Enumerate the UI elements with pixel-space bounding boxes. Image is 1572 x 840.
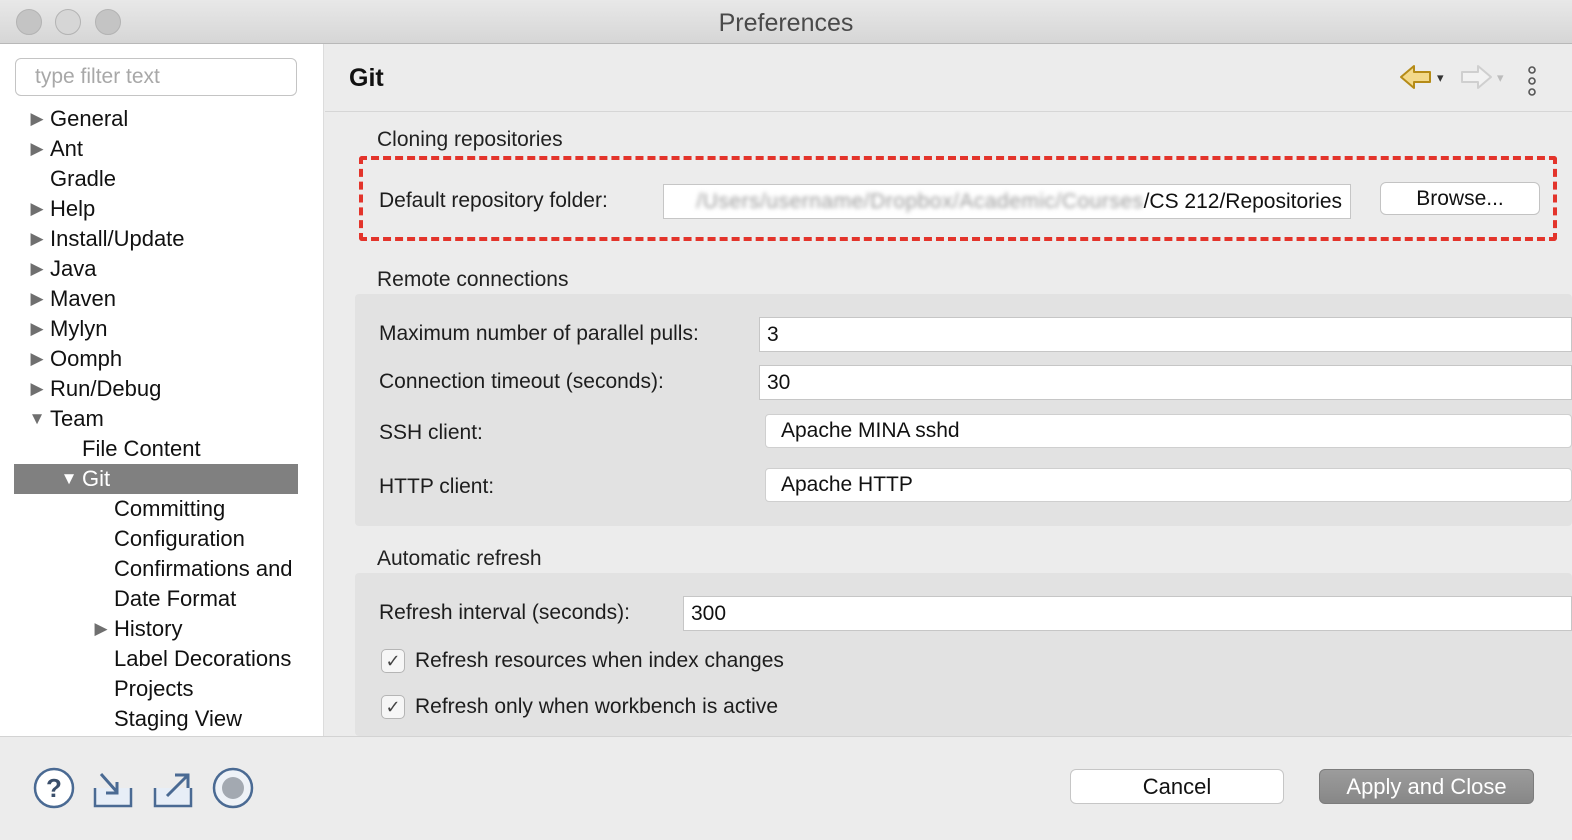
tree-item-label: Confirmations and <box>114 556 293 581</box>
parallel-pulls-field[interactable]: 3 <box>759 317 1572 352</box>
tree-item[interactable]: Committing <box>14 494 298 524</box>
tree-item-label: Java <box>50 256 97 281</box>
tree-item-label: Run/Debug <box>50 376 162 401</box>
collapsed-arrow-icon[interactable]: ▶ <box>28 344 46 374</box>
connection-timeout-field[interactable]: 30 <box>759 365 1572 400</box>
tree-item[interactable]: ▼ Team <box>14 404 298 434</box>
tree-item-label: General <box>50 106 129 131</box>
tree-item[interactable]: Gradle <box>14 164 298 194</box>
tree-item[interactable]: ▼ Git <box>14 464 298 494</box>
tree-item-label: Date Format <box>114 586 237 611</box>
tree-item-label: History <box>114 616 183 641</box>
parallel-pulls-label: Maximum number of parallel pulls: <box>379 322 699 345</box>
help-icon[interactable]: ? <box>32 766 76 810</box>
cloning-section-title: Cloning repositories <box>377 128 563 151</box>
expanded-arrow-icon[interactable]: ▼ <box>28 404 46 434</box>
window-title: Preferences <box>718 9 854 37</box>
view-menu-icon[interactable] <box>1525 66 1539 96</box>
page-title: Git <box>349 64 384 92</box>
filter-input[interactable] <box>15 58 297 96</box>
tree-item-label: Label Decorations <box>114 646 292 671</box>
tree-item[interactable]: Label Decorations <box>14 644 298 674</box>
preferences-sidebar: ▶General▶AntGradle▶Help▶Install/Update▶J… <box>0 44 324 736</box>
tree-item-label: Staging View <box>114 706 243 731</box>
tree-item[interactable]: File Content <box>14 434 298 464</box>
tree-item[interactable]: Staging View <box>14 704 298 734</box>
tree-item[interactable]: ▶ Java <box>14 254 298 284</box>
tree-item-label: Help <box>50 196 96 221</box>
tree-item[interactable]: Configuration <box>14 524 298 554</box>
workbench-active-label: Refresh only when workbench is active <box>415 695 779 718</box>
ssh-client-select[interactable]: Apache MINA sshd <box>765 414 1572 448</box>
collapsed-arrow-icon[interactable]: ▶ <box>28 254 46 284</box>
annotation-highlight-box <box>359 156 1557 241</box>
expanded-arrow-icon[interactable]: ▼ <box>60 464 78 494</box>
preference-page: Git ▾ ▾ Cloning repositories Default rep… <box>325 44 1572 736</box>
remote-section-title: Remote connections <box>377 268 569 291</box>
preferences-tree: ▶ General ▶ Ant Gradle ▶ Help ▶ Install/Update ▶ J… <box>14 104 298 734</box>
tree-item[interactable]: ▶ History <box>14 614 298 644</box>
tree-item[interactable]: ▶ Mylyn <box>14 314 298 344</box>
collapsed-arrow-icon[interactable]: ▶ <box>92 614 110 644</box>
back-arrow-icon[interactable] <box>1399 62 1433 92</box>
tree-item-label: Oomph <box>50 346 123 371</box>
import-icon[interactable] <box>91 766 135 810</box>
tree-item[interactable]: Projects <box>14 674 298 704</box>
forward-arrow-icon <box>1461 65 1492 89</box>
http-client-select[interactable]: Apache HTTP <box>765 468 1572 502</box>
tree-item-label: Committing <box>114 496 226 521</box>
tree-item-label: Maven <box>50 286 117 311</box>
tree-item-label: Git <box>82 466 111 491</box>
title-bar: Preferences <box>0 0 1572 44</box>
tree-item[interactable]: ▶ Run/Debug <box>14 374 298 404</box>
svg-text:?: ? <box>46 773 62 803</box>
page-header: Git ▾ ▾ <box>325 44 1572 112</box>
tree-item[interactable]: ▶ Maven <box>14 284 298 314</box>
refresh-interval-label: Refresh interval (seconds): <box>379 601 630 624</box>
collapsed-arrow-icon[interactable]: ▶ <box>28 104 46 134</box>
dialog-button-bar: ? Cancel Apply and Close <box>0 736 1572 840</box>
index-changes-label: Refresh resources when index changes <box>415 649 784 672</box>
tree-item[interactable]: Date Format <box>14 584 298 614</box>
tree-item-label: Install/Update <box>50 226 185 251</box>
record-icon[interactable] <box>211 766 255 810</box>
cancel-button[interactable]: Cancel <box>1070 769 1284 804</box>
tree-item[interactable]: ▶ Help <box>14 194 298 224</box>
collapsed-arrow-icon[interactable]: ▶ <box>28 134 46 164</box>
tree-item[interactable]: ▶ Ant <box>14 134 298 164</box>
index-changes-checkbox[interactable]: ✓ <box>381 649 405 673</box>
tree-item[interactable]: ▶ Install/Update <box>14 224 298 254</box>
collapsed-arrow-icon[interactable]: ▶ <box>28 194 46 224</box>
workbench-active-checkbox[interactable]: ✓ <box>381 695 405 719</box>
tree-item[interactable]: ▶ Oomph <box>14 344 298 374</box>
connection-timeout-label: Connection timeout (seconds): <box>379 370 664 393</box>
refresh-section-title: Automatic refresh <box>377 547 542 570</box>
tree-item-label: Mylyn <box>50 316 108 341</box>
tree-item-label: Team <box>50 406 104 431</box>
ssh-client-label: SSH client: <box>379 421 483 444</box>
collapsed-arrow-icon[interactable]: ▶ <box>28 374 46 404</box>
http-client-label: HTTP client: <box>379 475 495 498</box>
back-dropdown-icon[interactable]: ▾ <box>1437 70 1444 86</box>
tree-item-label: Projects <box>114 676 194 701</box>
tree-item[interactable]: Confirmations and <box>14 554 298 584</box>
forward-dropdown-icon: ▾ <box>1497 70 1504 85</box>
collapsed-arrow-icon[interactable]: ▶ <box>28 224 46 254</box>
collapsed-arrow-icon[interactable]: ▶ <box>28 284 46 314</box>
tree-item[interactable]: ▶ General <box>14 104 298 134</box>
export-icon[interactable] <box>151 766 195 810</box>
tree-item-label: File Content <box>82 436 201 461</box>
tree-item-label: Ant <box>50 136 84 161</box>
tree-item-label: Gradle <box>50 166 117 191</box>
refresh-interval-field[interactable]: 300 <box>683 596 1572 631</box>
apply-and-close-button[interactable]: Apply and Close <box>1319 769 1534 804</box>
collapsed-arrow-icon[interactable]: ▶ <box>28 314 46 344</box>
tree-item-label: Configuration <box>114 526 245 551</box>
